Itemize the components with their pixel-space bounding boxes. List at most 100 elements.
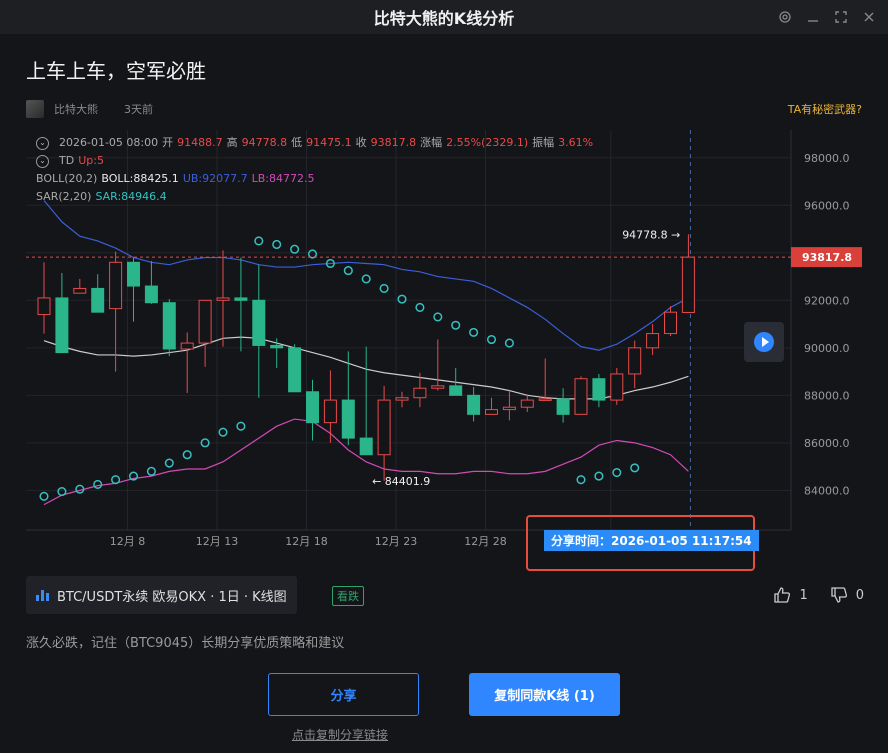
legend-low-label: 低 [291, 136, 303, 149]
candle-up [323, 399, 337, 424]
window-title: 比特大熊的K线分析 [373, 9, 515, 28]
legend-close-label: 收 [355, 136, 367, 149]
x-tick-label: 12月 28 [464, 535, 507, 548]
collapse-chevron-icon[interactable]: ⌄ [36, 154, 49, 168]
legend-high-label: 高 [226, 136, 238, 149]
legend-td-label: TD [59, 154, 75, 167]
candle-up [413, 387, 427, 399]
settings-icon[interactable] [776, 8, 794, 26]
sar-dot [57, 487, 67, 497]
like-button[interactable]: 1 [773, 586, 808, 604]
x-tick-label: 12月 8 [110, 535, 146, 548]
current-price-label: 93817.8 [802, 251, 852, 264]
share-button[interactable]: 分享 [268, 673, 419, 716]
kline-chart[interactable]: 98000.096000.094000.092000.090000.088000… [26, 130, 862, 571]
legend-sar-label: SAR(2,20) [36, 190, 92, 203]
candle-up [198, 299, 212, 344]
sar-dot [630, 463, 640, 473]
x-tick-label: 12月 13 [196, 535, 239, 548]
legend-td-row: ⌄ TD Up:5 [36, 152, 593, 170]
sar-dot [290, 244, 300, 254]
minimize-icon[interactable] [804, 8, 822, 26]
chart-legend: ⌄ 2026-01-05 08:00 开 91488.7 高 94778.8 低… [36, 134, 593, 206]
sar-dot [164, 458, 174, 468]
y-tick-label: 86000.0 [804, 437, 850, 450]
y-tick-label: 90000.0 [804, 342, 850, 355]
candle-up [377, 399, 391, 456]
sar-dot [594, 471, 604, 481]
y-tick-label: 92000.0 [804, 294, 850, 307]
play-icon [754, 332, 774, 352]
legend-sar-value: SAR:84946.4 [95, 190, 167, 203]
symbol-text: BTC/USDT永续 欧易OKX · 1日 · K线图 [57, 589, 287, 605]
legend-ohlc-row: ⌄ 2026-01-05 08:00 开 91488.7 高 94778.8 低… [36, 134, 593, 152]
maximize-icon[interactable] [832, 8, 850, 26]
candle-down [359, 437, 373, 456]
legend-high: 94778.8 [241, 136, 288, 149]
legend-date: 2026-01-05 08:00 [59, 136, 159, 149]
candle-up [574, 378, 588, 415]
sar-dot [93, 479, 103, 489]
candle-down [144, 285, 158, 304]
post-description: 涨久必跌，记住（BTC9045）长期分享优质策略和建议 [26, 636, 345, 651]
candle-down [306, 391, 319, 424]
sar-dot [218, 427, 228, 437]
candle-down [341, 399, 355, 439]
sar-dot [576, 475, 586, 485]
window-controls [776, 0, 878, 34]
replay-button[interactable] [744, 322, 784, 362]
candle-up [628, 347, 642, 375]
candle-up [431, 385, 445, 389]
candle-up [216, 297, 230, 301]
close-icon[interactable] [860, 8, 878, 26]
sar-dot [415, 302, 425, 312]
post-title: 上车上车，空军必胜 [26, 59, 206, 83]
legend-boll-ub: UB:92077.7 [182, 172, 248, 185]
sar-dot [272, 239, 282, 250]
y-tick-label: 96000.0 [804, 199, 850, 212]
sar-dot [361, 274, 371, 284]
sar-dot [254, 236, 264, 246]
ta-secret-weapon-link[interactable]: TA有秘密武器? [788, 101, 862, 117]
x-tick-label: 12月 18 [285, 535, 328, 548]
candle-down [127, 261, 140, 287]
legend-boll-label: BOLL(20,2) [36, 172, 98, 185]
legend-open-label: 开 [162, 136, 174, 149]
avatar[interactable] [26, 100, 44, 118]
sar-dot [111, 475, 121, 485]
thumbs-down-icon [831, 587, 847, 603]
legend-amp: 3.61% [558, 136, 594, 149]
sar-dot [343, 266, 353, 276]
candle-down [162, 302, 176, 350]
symbol-tag[interactable]: BTC/USDT永续 欧易OKX · 1日 · K线图 [26, 576, 297, 614]
sar-dot [236, 421, 246, 431]
title-bar: 比特大熊的K线分析 [0, 0, 888, 34]
candle-down [234, 297, 248, 301]
author-name[interactable]: 比特大熊 [54, 101, 98, 117]
sar-dot [469, 327, 479, 337]
bearish-badge: 看跌 [332, 586, 364, 606]
candle-up [395, 397, 409, 401]
legend-sar-row: SAR(2,20) SAR:84946.4 [36, 188, 593, 206]
legend-boll-lb: LB:84772.5 [251, 172, 315, 185]
sar-dot [146, 466, 156, 476]
author-row: 比特大熊 3天前 TA有秘密武器? [26, 98, 862, 120]
high-price-marker: 94778.8 → [622, 228, 680, 241]
sar-dot [433, 312, 443, 322]
legend-td-value: Up:5 [78, 154, 104, 167]
sar-dot [379, 283, 389, 293]
copy-share-link[interactable]: 点击复制分享链接 [292, 726, 388, 743]
candle-up [485, 409, 498, 415]
legend-open: 91488.7 [177, 136, 223, 149]
candle-down [467, 394, 481, 415]
candle-up [538, 398, 552, 401]
candle-down [252, 299, 266, 346]
thumbs-up-icon [774, 587, 791, 603]
dislike-count: 0 [855, 587, 864, 603]
collapse-chevron-icon[interactable]: ⌄ [36, 136, 49, 150]
dislike-button[interactable]: 0 [830, 586, 864, 604]
candle-up [180, 342, 194, 350]
y-tick-label: 88000.0 [804, 389, 850, 402]
copy-kline-button[interactable]: 复制同款K线 (1) [469, 673, 620, 716]
legend-close: 93817.8 [370, 136, 417, 149]
